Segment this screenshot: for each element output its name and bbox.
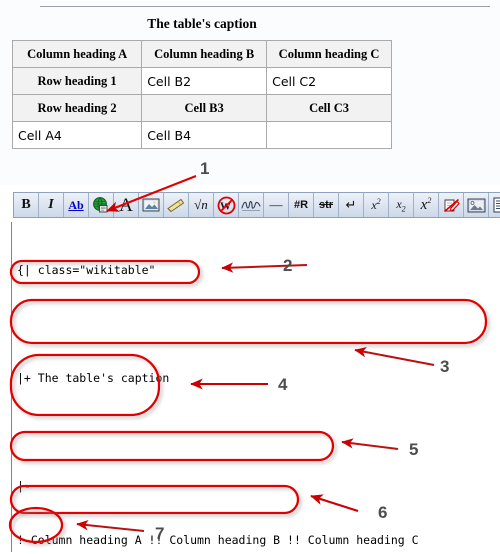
internal-link-icon: Ab [68,197,84,212]
embedded-image-icon [142,198,160,212]
redirect-icon: #R [293,199,309,211]
table-icon [493,197,500,213]
source-line: |- [17,479,31,493]
subscript-icon: x2 [396,196,406,214]
column-header-c: Column heading C [266,40,392,68]
big-superscript-button[interactable]: x2 [414,193,439,217]
italic-button[interactable]: I [39,193,64,217]
rendered-table-preview: The table's caption Column heading A Col… [0,0,500,185]
table-row: Row heading 1 Cell B2 Cell C2 [11,67,392,95]
media-file-icon [166,197,186,213]
italic-icon: I [48,197,54,212]
table-row: Row heading 2 Cell B3 Cell C3 [11,94,392,122]
bold-button[interactable]: B [14,193,39,217]
column-header-b: Column heading B [141,40,268,68]
annotation-number-7: 7 [155,524,165,543]
picture-gallery-icon [467,198,486,213]
row-header-2: Row heading 2 [11,94,143,122]
signature-icon [240,198,262,212]
signature-button[interactable] [239,193,264,217]
table-caption: The table's caption [147,16,257,31]
redirect-button[interactable]: #R [289,193,314,217]
math-formula-button[interactable]: √n [189,193,214,217]
row-header-1: Row heading 1 [11,67,143,95]
annotation-number-6: 6 [378,503,388,522]
source-line: {| class="wikitable" [17,263,156,277]
source-line: |+ The table's caption [17,371,170,385]
cell-c4 [266,121,392,149]
annotation-number-2: 2 [283,256,293,275]
bold-icon: B [21,197,31,212]
horizontal-rule [40,6,490,7]
annotation-number-4: 4 [278,375,288,394]
picture-gallery-button[interactable] [464,193,489,217]
cell-b4: Cell B4 [141,121,268,149]
wikitable: Column heading A Column heading B Column… [11,40,392,149]
table-row: Cell A4 Cell B4 [11,121,392,149]
external-link-globe-icon [92,196,110,214]
cell-c2: Cell C2 [266,67,392,95]
nowiki-icon: W [217,196,236,215]
no-edit-icon [442,197,461,214]
cell-c3: Cell C3 [266,94,392,122]
strikethrough-icon: str [318,199,334,211]
source-line [17,315,489,333]
big-superscript-icon: x2 [420,196,432,213]
embedded-image-button[interactable] [139,193,164,217]
cell-a4: Cell A4 [11,121,143,149]
wiki-source-textarea[interactable]: {| class="wikitable" |+ The table's capt… [11,222,489,552]
annotation-number-1: 1 [200,159,210,178]
source-line [17,423,489,441]
nowiki-button[interactable]: W [214,193,239,217]
subscript-button[interactable]: x2 [389,193,414,217]
media-file-button[interactable] [164,193,189,217]
superscript-button[interactable]: x2 [364,193,389,217]
table-header-row: Column heading A Column heading B Column… [11,40,392,68]
table-button[interactable] [489,193,500,217]
line-break-button[interactable]: ↵ [339,193,364,217]
heading-icon: A [119,194,133,216]
external-link-button[interactable] [89,193,114,217]
strikethrough-button[interactable]: str [314,193,339,217]
math-formula-icon: √n [194,197,208,212]
edit-toolbar[interactable]: B I Ab A √n — #R str ↵ x2 x2 x2 [13,192,500,218]
annotation-number-5: 5 [409,440,419,459]
internal-link-button[interactable]: Ab [64,193,89,217]
line-break-icon: ↵ [345,197,357,212]
annotation-number-3: 3 [440,357,450,376]
column-header-a: Column heading A [11,40,143,68]
superscript-icon: x2 [371,197,381,212]
cell-b2: Cell B2 [141,67,268,95]
horizontal-line-button[interactable]: — [264,193,289,217]
heading-button[interactable]: A [114,193,139,217]
source-line: ! Column heading A !! Column heading B !… [17,533,419,547]
no-edit-button[interactable] [439,193,464,217]
horizontal-line-icon: — [269,197,283,212]
cell-b3: Cell B3 [141,94,268,122]
